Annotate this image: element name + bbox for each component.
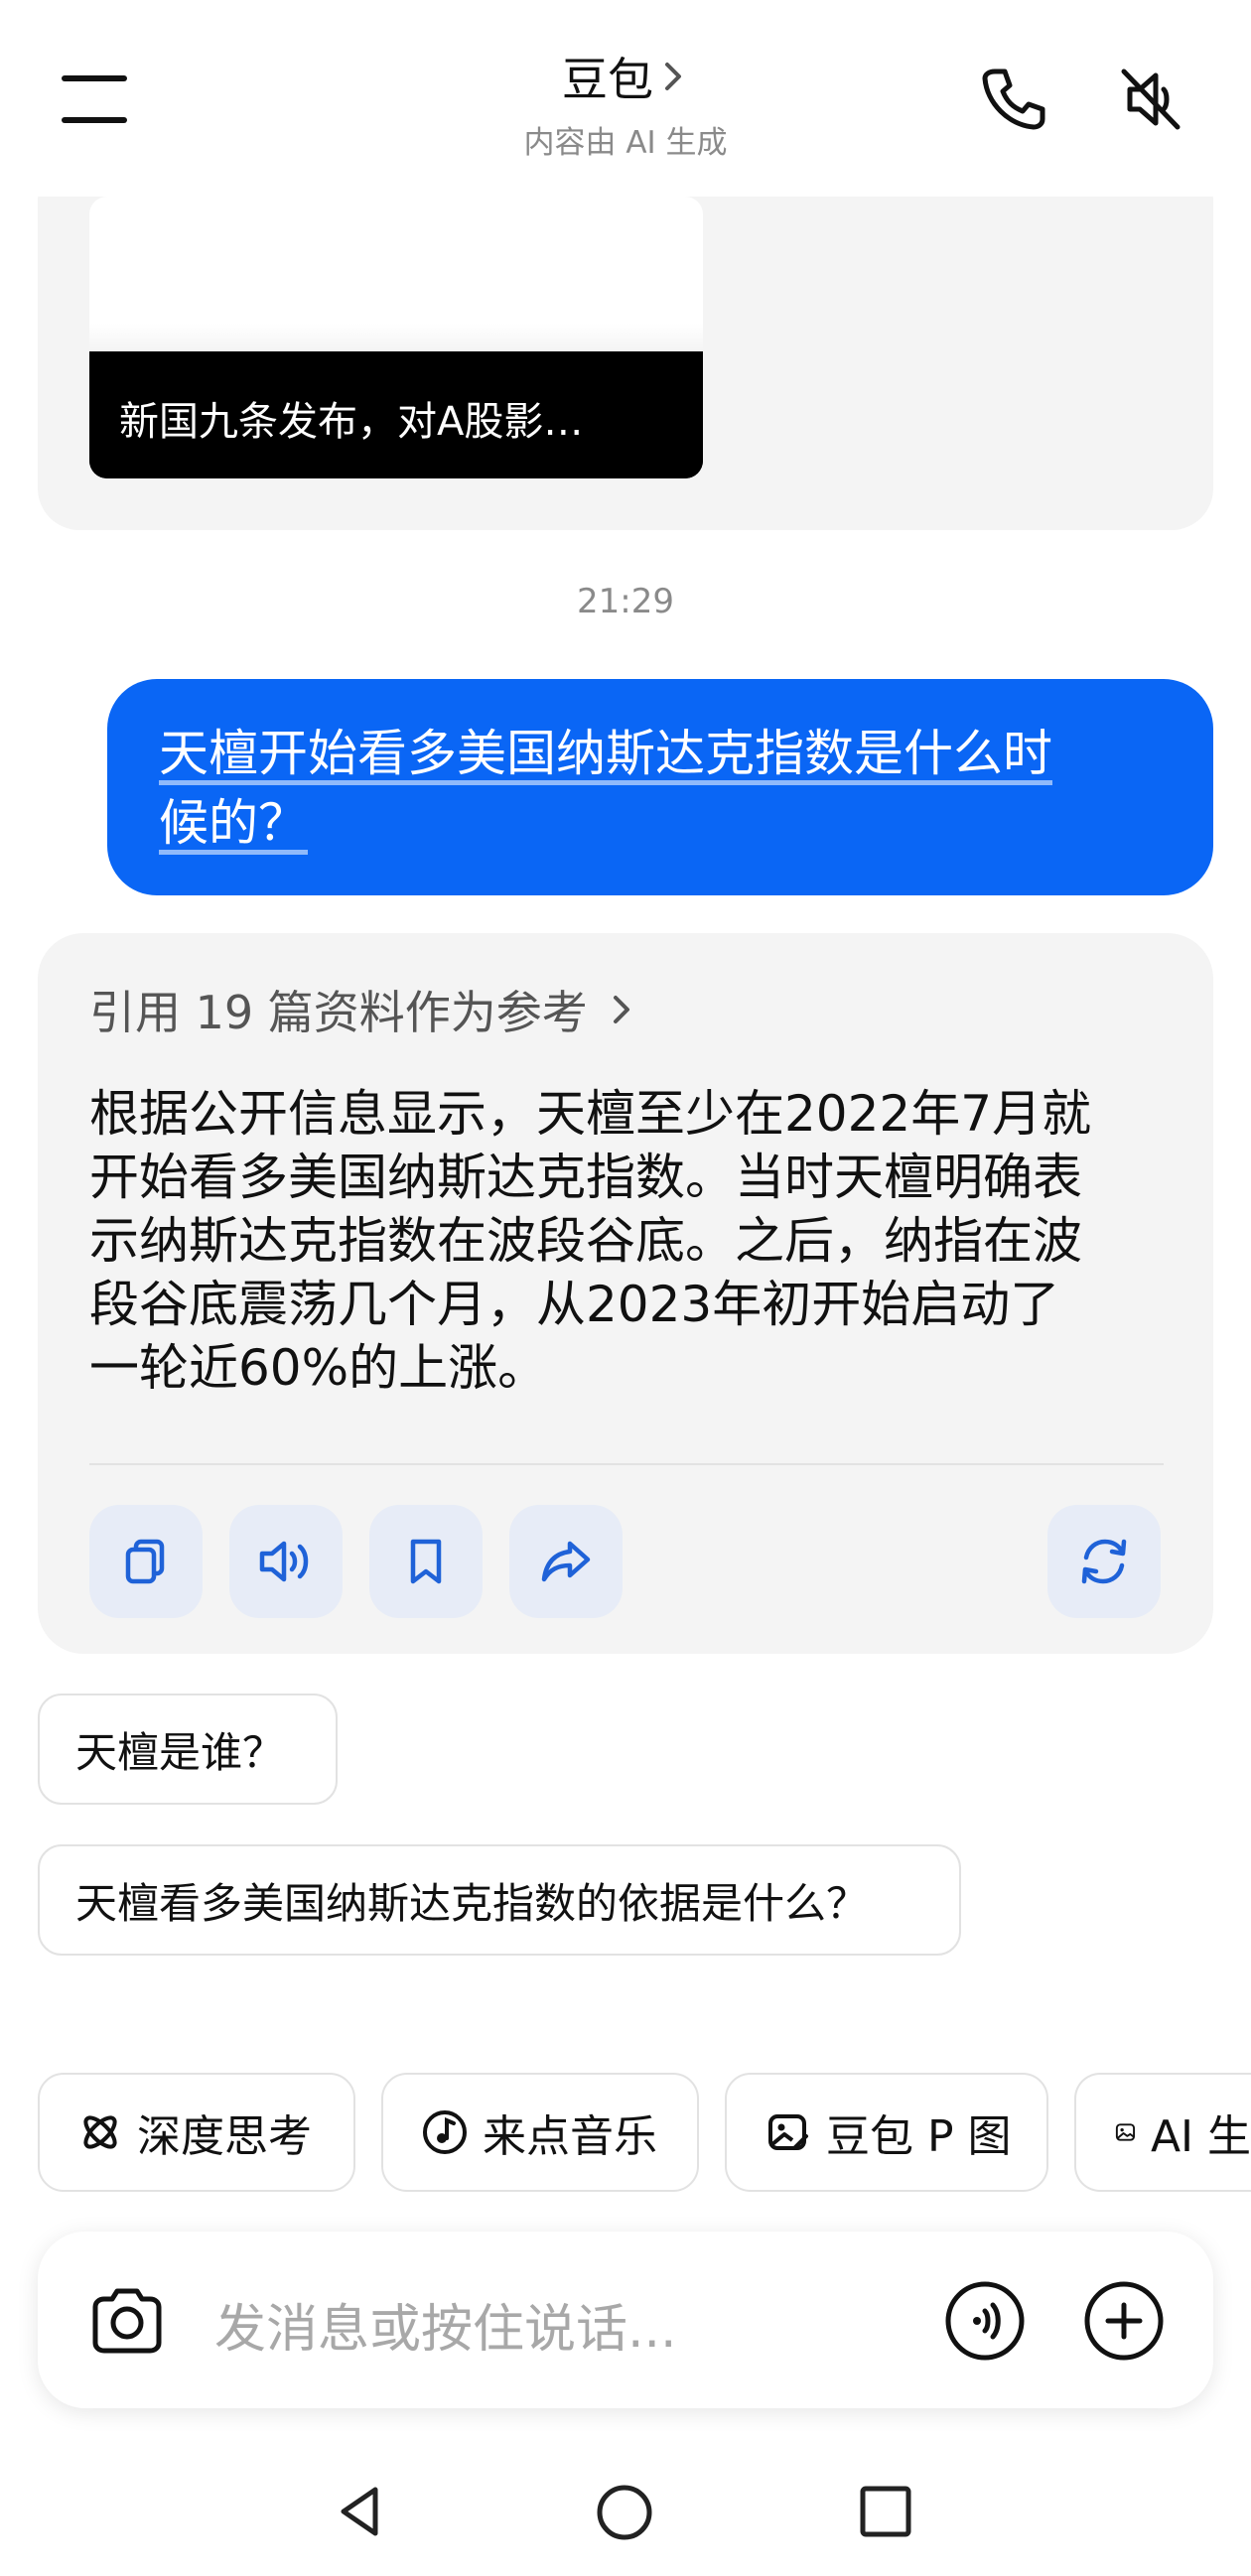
deep-think-icon xyxy=(83,2115,117,2149)
camera-button[interactable] xyxy=(85,2281,169,2365)
chip-music[interactable]: 来点音乐 xyxy=(381,2073,699,2192)
back-icon[interactable] xyxy=(334,2482,393,2541)
recents-icon[interactable] xyxy=(856,2482,915,2541)
read-aloud-button[interactable] xyxy=(229,1505,343,1618)
user-message-bubble[interactable]: 天檀开始看多美国纳斯达克指数是什么时 候的？ xyxy=(107,679,1213,895)
app-header: 豆包 内容由 AI 生成 xyxy=(0,0,1251,197)
reference-label: 引用 19 篇资料作为参考 xyxy=(89,986,588,1039)
page-subtitle: 内容由 AI 生成 xyxy=(523,125,728,161)
photo-edit-icon xyxy=(768,2114,808,2150)
chip-label: AI 生 xyxy=(1150,2111,1251,2162)
chip-label: 豆包 P 图 xyxy=(826,2111,1012,2162)
plus-circle-icon xyxy=(1084,2281,1164,2361)
camera-icon xyxy=(92,2288,162,2354)
answer-text: 根据公开信息显示，天檀至少在2022年7月就 开始看多美国纳斯达克指数。当时天檀… xyxy=(89,1082,1172,1400)
chevron-right-icon xyxy=(665,63,681,90)
chip-deep-think[interactable]: 深度思考 xyxy=(38,2073,355,2192)
chip-label: 来点音乐 xyxy=(483,2111,657,2162)
chip-label: 深度思考 xyxy=(137,2111,312,2162)
share-icon xyxy=(541,1541,591,1582)
page-title: 豆包 xyxy=(562,53,653,106)
answer-line: 示纳斯达克指数在波段谷底。之后，纳指在波 xyxy=(89,1212,1082,1270)
bookmark-icon xyxy=(410,1539,442,1584)
mute-speaker-icon[interactable] xyxy=(1112,60,1191,139)
menu-icon[interactable] xyxy=(62,75,129,123)
answer-divider xyxy=(89,1463,1164,1465)
voice-button[interactable] xyxy=(943,2279,1027,2367)
voice-wave-icon xyxy=(945,2281,1025,2361)
chip-photo-edit[interactable]: 豆包 P 图 xyxy=(725,2073,1048,2192)
share-button[interactable] xyxy=(509,1505,623,1618)
copy-icon xyxy=(125,1539,165,1584)
system-navigation-bar xyxy=(0,2442,1251,2576)
bookmark-button[interactable] xyxy=(369,1505,483,1618)
answer-line: 开始看多美国纳斯达克指数。当时天檀明确表 xyxy=(89,1149,1082,1206)
message-timestamp: 21:29 xyxy=(577,582,674,621)
speaker-icon xyxy=(259,1541,309,1582)
user-message-line-1: 天檀开始看多美国纳斯达克指数是什么时 xyxy=(159,725,1052,782)
news-thumbnail-caption[interactable]: 新国九条发布，对A股影… xyxy=(89,351,703,478)
answer-line: 一轮近60%的上涨。 xyxy=(89,1339,548,1397)
home-icon[interactable] xyxy=(594,2482,655,2543)
image-icon xyxy=(1115,2123,1136,2141)
phone-icon[interactable] xyxy=(973,60,1052,139)
reference-link[interactable]: 引用 19 篇资料作为参考 xyxy=(89,977,633,1042)
regenerate-button[interactable] xyxy=(1047,1505,1161,1618)
regenerate-icon xyxy=(1081,1539,1127,1584)
answer-line: 段谷底震荡几个月，从2023年初开始启动了 xyxy=(89,1276,1060,1333)
add-button[interactable] xyxy=(1082,2279,1166,2367)
answer-line: 根据公开信息显示，天檀至少在2022年7月就 xyxy=(89,1085,1092,1143)
user-message-line-2: 候的？ xyxy=(159,794,308,852)
title-area[interactable]: 豆包 内容由 AI 生成 xyxy=(427,44,824,162)
chevron-right-icon xyxy=(613,996,629,1023)
copy-button[interactable] xyxy=(89,1505,203,1618)
message-input[interactable]: 发消息或按住说话... xyxy=(214,2287,677,2362)
suggestion-chip[interactable]: 天檀是谁？ xyxy=(38,1694,338,1805)
music-icon xyxy=(423,2110,467,2154)
suggestion-chip[interactable]: 天檀看多美国纳斯达克指数的依据是什么？ xyxy=(38,1844,961,1956)
chip-ai-image[interactable]: AI 生 xyxy=(1074,2073,1251,2192)
